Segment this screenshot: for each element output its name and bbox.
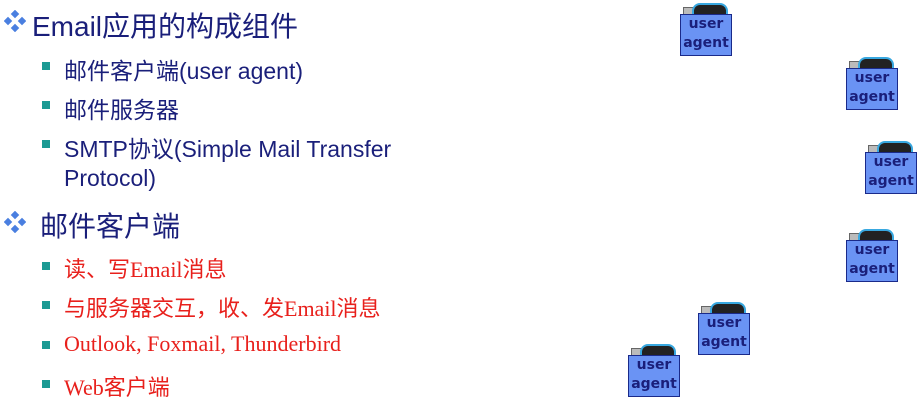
user-agent-icon: user agent: [846, 57, 898, 110]
item: SMTP协议(Simple Mail Transfer: [64, 136, 392, 162]
item: Protocol): [64, 165, 157, 191]
user-agent-icon: user agent: [846, 229, 898, 282]
user-agent-icon: user agent: [628, 344, 680, 397]
user-agent-icon: user agent: [680, 3, 732, 56]
square-bullet-icon: [42, 101, 50, 109]
square-bullet-icon: [42, 262, 50, 270]
item: Web客户端: [64, 375, 170, 400]
user-agent-icon: user agent: [865, 141, 917, 194]
item: 与服务器交互，收、发Email消息: [64, 296, 381, 321]
square-bullet-icon: [42, 341, 50, 349]
heading-client: 邮件客户端: [40, 211, 181, 242]
square-bullet-icon: [42, 301, 50, 309]
square-bullet-icon: [42, 62, 50, 70]
user-agent-icon: user agent: [698, 302, 750, 355]
square-bullet-icon: [42, 140, 50, 148]
item: 读、写Email消息: [64, 257, 227, 282]
diamond-bullet-icon: [4, 10, 26, 32]
diamond-bullet-icon: [4, 211, 26, 233]
item: 邮件客户端(user agent): [64, 58, 304, 84]
square-bullet-icon: [42, 380, 50, 388]
item: Outlook, Foxmail, Thunderbird: [64, 331, 342, 356]
heading-components: Email应用的构成组件: [32, 11, 299, 42]
item: 邮件服务器: [64, 97, 179, 123]
